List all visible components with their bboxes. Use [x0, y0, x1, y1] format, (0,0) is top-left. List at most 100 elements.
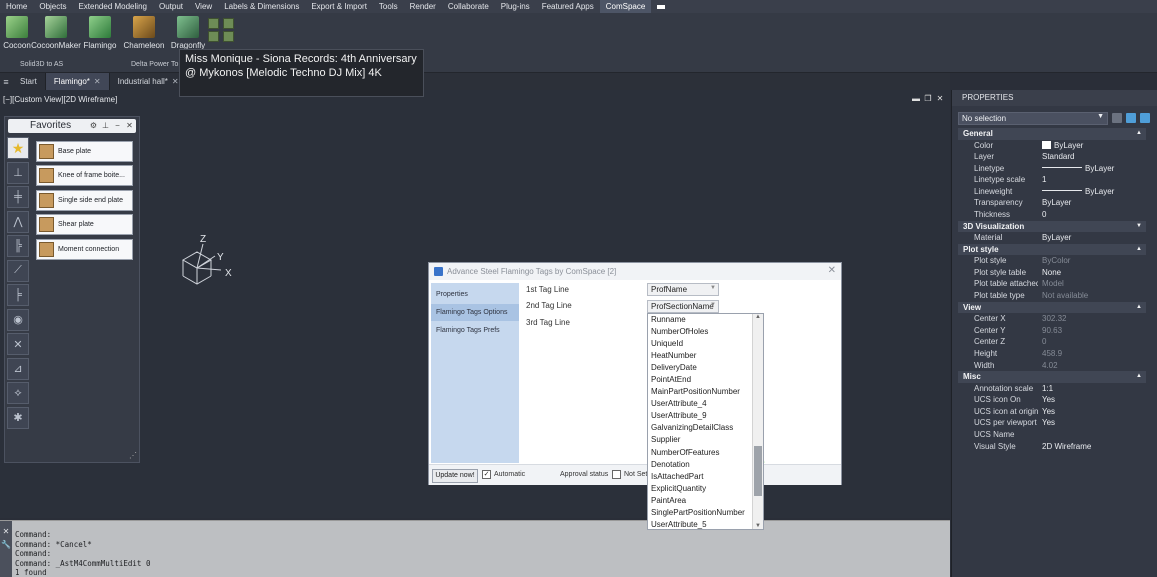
close-icon[interactable]: ✕: [936, 95, 944, 103]
list-item[interactable]: HeatNumber: [648, 350, 763, 362]
close-icon[interactable]: ✕: [828, 265, 836, 276]
bracing-category-icon[interactable]: ⟋: [7, 259, 29, 282]
property-row[interactable]: Center Y 90.63: [958, 325, 1146, 337]
property-row[interactable]: Layer Standard: [958, 151, 1146, 163]
dragonfly-button[interactable]: Dragonfly: [164, 16, 212, 50]
list-item[interactable]: PointAtEnd: [648, 374, 763, 386]
section-misc[interactable]: Misc ▲: [958, 371, 1146, 383]
stair-category-icon[interactable]: ⊿: [7, 357, 29, 380]
update-now-button[interactable]: Update now!: [432, 469, 478, 483]
nav-flamingo-tags-prefs[interactable]: Flamingo Tags Prefs: [431, 322, 519, 339]
scrollbar-thumb[interactable]: [754, 446, 762, 496]
list-item[interactable]: SinglePartPositionNumber: [648, 507, 763, 519]
tag-line-2-dropdown[interactable]: ProfSectionName ▼: [647, 300, 719, 313]
command-history[interactable]: ✕ 🔧 Command: Command: *Cancel* Command: …: [0, 520, 950, 577]
section-view[interactable]: View ▲: [958, 301, 1146, 314]
section-3d-visualization[interactable]: 3D Visualization ▼: [958, 220, 1146, 233]
minimize-icon[interactable]: ▬: [912, 95, 920, 103]
list-item[interactable]: Moment connection: [36, 238, 133, 260]
ribbon-toggle-icon[interactable]: [655, 3, 675, 11]
tab-flamingo[interactable]: Flamingo* ✕: [45, 73, 110, 90]
wrench-icon[interactable]: 🔧: [0, 540, 12, 549]
approval-status-checkbox[interactable]: Not Set: [612, 470, 647, 479]
tag-line-3-dropdown-list[interactable]: Runname NumberOfHoles UniqueId HeatNumbe…: [647, 313, 764, 530]
list-item[interactable]: NumberOfFeatures: [648, 447, 763, 459]
collapse-icon[interactable]: ▲: [1136, 128, 1142, 140]
property-row[interactable]: Annotation scale 1:1: [958, 383, 1146, 395]
dialog-titlebar[interactable]: Advance Steel Flamingo Tags by ComSpace …: [429, 263, 841, 280]
property-row[interactable]: Linetype scale 1: [958, 174, 1146, 186]
tool-small-4-icon[interactable]: [223, 31, 234, 42]
select-objects-icon[interactable]: [1126, 113, 1136, 123]
tool-small-1-icon[interactable]: [208, 18, 219, 29]
settings-icon[interactable]: ⚙: [89, 121, 98, 130]
roof-category-icon[interactable]: ⋀: [7, 210, 29, 233]
close-icon[interactable]: ✕: [94, 77, 101, 86]
collapse-icon[interactable]: ▲: [1136, 302, 1142, 314]
star-icon[interactable]: ★: [7, 137, 29, 159]
list-item[interactable]: Denotation: [648, 459, 763, 471]
list-item[interactable]: Runname: [648, 314, 763, 326]
chevron-down-icon[interactable]: ▼: [754, 523, 762, 529]
tab-start[interactable]: Start: [12, 73, 46, 90]
collapse-icon[interactable]: ▲: [1136, 244, 1142, 256]
menu-export-import[interactable]: Export & Import: [305, 0, 373, 13]
menu-render[interactable]: Render: [404, 0, 442, 13]
property-row[interactable]: Plot style table None: [958, 267, 1146, 279]
list-item[interactable]: Single side end plate: [36, 189, 133, 211]
list-item[interactable]: UserAttribute_9: [648, 410, 763, 422]
property-row[interactable]: Thickness 0: [958, 209, 1146, 221]
minimize-icon[interactable]: −: [113, 121, 122, 130]
turnbuckle-category-icon[interactable]: ⟡: [7, 382, 29, 404]
property-row[interactable]: Linetype ByLayer: [958, 163, 1146, 175]
menu-collaborate[interactable]: Collaborate: [442, 0, 495, 13]
property-row[interactable]: Center X 302.32: [958, 313, 1146, 325]
cross-category-icon[interactable]: ✕: [7, 333, 29, 355]
list-item[interactable]: GalvanizingDetailClass: [648, 422, 763, 434]
list-item[interactable]: ExplicitQuantity: [648, 483, 763, 495]
menu-objects[interactable]: Objects: [33, 0, 72, 13]
restore-icon[interactable]: ❐: [924, 95, 932, 103]
dropdown-scrollbar[interactable]: ▲ ▼: [752, 314, 763, 529]
toggle-pickadd-icon[interactable]: [1112, 113, 1122, 123]
list-item[interactable]: Base plate: [36, 141, 133, 162]
menu-home[interactable]: Home: [0, 0, 33, 13]
tool-small-2-icon[interactable]: [223, 18, 234, 29]
list-item[interactable]: MainPartPositionNumber: [648, 386, 763, 398]
list-item[interactable]: PaintArea: [648, 495, 763, 507]
viewport-label[interactable]: [−][Custom View][2D Wireframe]: [3, 95, 117, 104]
property-row[interactable]: Visual Style 2D Wireframe: [958, 441, 1146, 453]
property-row[interactable]: Plot style ByColor: [958, 255, 1146, 267]
menu-featured-apps[interactable]: Featured Apps: [536, 0, 600, 13]
list-item[interactable]: Supplier: [648, 434, 763, 446]
close-icon[interactable]: ✕: [0, 527, 12, 536]
close-icon[interactable]: ✕: [172, 77, 179, 86]
automatic-checkbox[interactable]: ✓ Automatic: [482, 470, 525, 479]
section-general[interactable]: General ▲: [958, 128, 1146, 140]
flamingo-button[interactable]: Flamingo: [76, 16, 124, 50]
list-item[interactable]: UserAttribute_5: [648, 519, 763, 529]
selection-dropdown[interactable]: No selection ▼: [958, 112, 1108, 125]
quick-select-icon[interactable]: [1140, 113, 1150, 123]
menu-extended-modeling[interactable]: Extended Modeling: [72, 0, 153, 13]
column-category-icon[interactable]: ╪: [7, 186, 29, 208]
resize-grip-icon[interactable]: ⋰: [129, 451, 137, 460]
pin-icon[interactable]: ⊥: [101, 121, 110, 130]
tube-category-icon[interactable]: ◉: [7, 308, 29, 331]
cocoonmaker-button[interactable]: CocoonMaker: [31, 16, 81, 50]
menu-labels-dimensions[interactable]: Labels & Dimensions: [218, 0, 305, 13]
collapse-icon[interactable]: ▲: [1136, 371, 1142, 383]
property-row[interactable]: UCS icon at origin Yes: [958, 406, 1146, 418]
property-row[interactable]: Width 4.02: [958, 360, 1146, 372]
tool-small-3-icon[interactable]: [208, 31, 219, 42]
menu-output[interactable]: Output: [153, 0, 189, 13]
menu-plug-ins[interactable]: Plug-ins: [495, 0, 536, 13]
splice-category-icon[interactable]: ╞: [7, 284, 29, 306]
property-row[interactable]: UCS per viewport Yes: [958, 417, 1146, 429]
property-row[interactable]: Center Z 0: [958, 336, 1146, 348]
list-item[interactable]: NumberOfHoles: [648, 326, 763, 338]
list-item[interactable]: Knee of frame boite...: [36, 165, 133, 187]
menu-comspace[interactable]: ComSpace: [599, 0, 652, 13]
beam-end-category-icon[interactable]: ╠: [7, 235, 29, 257]
list-item[interactable]: DeliveryDate: [648, 362, 763, 374]
